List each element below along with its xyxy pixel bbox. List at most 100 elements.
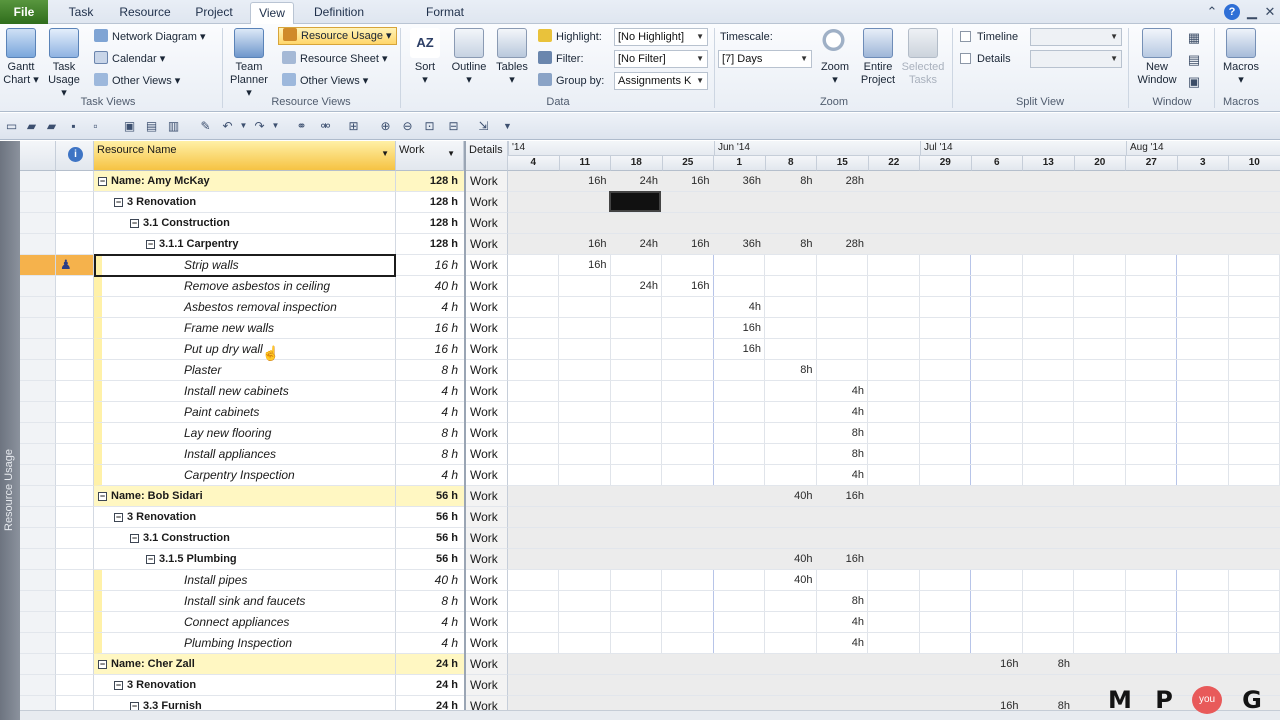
indicator-cell[interactable] [56, 444, 94, 465]
indicator-cell[interactable] [56, 402, 94, 423]
zoom-out-icon[interactable]: ⊖ [400, 119, 415, 133]
work-cell[interactable]: 4 h [396, 465, 464, 486]
work-cell[interactable]: 8 h [396, 360, 464, 381]
details-cell[interactable]: Work [466, 213, 508, 234]
timephased-value[interactable]: 8h [1023, 654, 1074, 675]
work-cell[interactable]: 56 h [396, 549, 464, 570]
row-header[interactable] [20, 654, 56, 675]
timephased-value[interactable]: 16h [663, 276, 714, 297]
summary-row[interactable]: −3.1 Construction 56 h [20, 528, 464, 549]
assignment-row[interactable]: ♟ Strip walls 16 h [20, 255, 464, 276]
name-cell[interactable]: −3.1 Construction [94, 213, 396, 234]
tab-task[interactable]: Task [62, 2, 100, 24]
details-cell[interactable]: Work [466, 675, 508, 696]
macros-button[interactable]: Macros ▾ [1218, 28, 1264, 90]
row-header[interactable] [20, 318, 56, 339]
scroll-to-task-icon[interactable]: ⊡ [422, 119, 437, 133]
row-header[interactable] [20, 255, 56, 276]
row-header[interactable] [20, 507, 56, 528]
undo-icon[interactable]: ↶ [220, 119, 235, 133]
details-cell[interactable]: Work [466, 507, 508, 528]
details-cell[interactable]: Work [466, 381, 508, 402]
details-cell[interactable]: Work [466, 612, 508, 633]
new-file-icon[interactable]: ▭ [4, 119, 19, 133]
work-cell[interactable]: 56 h [396, 528, 464, 549]
name-cell[interactable]: Install new cabinets [94, 381, 396, 402]
timephased-value[interactable]: 4h [817, 381, 868, 402]
chevron-down-icon[interactable]: ▼ [268, 119, 283, 133]
details-cell[interactable]: Work [466, 633, 508, 654]
work-cell[interactable]: 40 h [396, 276, 464, 297]
hide-window-icon[interactable]: ▤ [1186, 52, 1202, 68]
timephased-value[interactable]: 24h [611, 171, 662, 192]
indicator-cell[interactable] [56, 318, 94, 339]
highlight-combo[interactable]: [No Highlight] ▼ [614, 28, 708, 46]
work-cell[interactable]: 128 h [396, 234, 464, 255]
timephased-value[interactable]: 16h [817, 549, 868, 570]
timephased-value[interactable]: 16h [714, 318, 765, 339]
tab-project[interactable]: Project [188, 2, 240, 24]
row-header[interactable] [20, 402, 56, 423]
collapse-icon[interactable]: − [146, 555, 155, 564]
details-cell[interactable]: Work [466, 528, 508, 549]
indicator-cell[interactable] [56, 234, 94, 255]
work-cell[interactable]: 128 h [396, 192, 464, 213]
work-cell[interactable]: 56 h [396, 507, 464, 528]
timephased-value[interactable]: 16h [663, 171, 714, 192]
name-cell[interactable]: Strip walls [94, 255, 396, 276]
resource-name-column-header[interactable]: Resource Name ▼ [94, 141, 396, 171]
name-cell[interactable]: − Name: Amy McKay [94, 171, 396, 192]
work-cell[interactable]: 8 h [396, 591, 464, 612]
minimize-window-icon[interactable]: ▁ [1244, 4, 1260, 20]
summary-row[interactable]: −3.1 Construction 128 h [20, 213, 464, 234]
timephased-value[interactable]: 16h [663, 234, 714, 255]
row-header[interactable] [20, 591, 56, 612]
sort-button[interactable]: AZ Sort ▾ [406, 28, 444, 90]
timephased-value[interactable]: 4h [714, 297, 765, 318]
summary-row[interactable]: −3.1.1 Carpentry 128 h [20, 234, 464, 255]
collapse-icon[interactable]: − [98, 660, 107, 669]
timephased-value[interactable]: 40h [766, 549, 817, 570]
timephased-value[interactable]: 8h [766, 360, 817, 381]
copy-icon[interactable]: ▤ [144, 119, 159, 133]
cut-icon[interactable]: ▣ [122, 119, 137, 133]
indicator-cell[interactable] [56, 675, 94, 696]
assignment-row[interactable]: Lay new flooring 8 h [20, 423, 464, 444]
details-cell[interactable]: Work [466, 339, 508, 360]
row-header[interactable] [20, 612, 56, 633]
details-cell[interactable]: Work [466, 297, 508, 318]
details-column-header[interactable]: Details [466, 141, 508, 171]
work-cell[interactable]: 40 h [396, 570, 464, 591]
indicator-cell[interactable] [56, 339, 94, 360]
unlink-tasks-icon[interactable]: ⚮ [318, 119, 333, 133]
name-cell[interactable]: Carpentry Inspection [94, 465, 396, 486]
details-cell[interactable]: Work [466, 549, 508, 570]
resource-usage-button[interactable]: Resource Usage ▾ [278, 27, 397, 45]
entire-project-button[interactable]: Entire Project [856, 28, 900, 90]
timephased-value[interactable]: 28h [817, 234, 868, 255]
details-cell[interactable]: Work [466, 255, 508, 276]
row-header[interactable] [20, 360, 56, 381]
assignment-row[interactable]: Paint cabinets 4 h [20, 402, 464, 423]
indicator-cell[interactable] [56, 591, 94, 612]
indicator-cell[interactable] [56, 381, 94, 402]
row-header[interactable] [20, 339, 56, 360]
task-usage-button[interactable]: Task Usage ▾ [44, 28, 84, 99]
work-cell[interactable]: 4 h [396, 402, 464, 423]
name-cell[interactable]: − Name: Bob Sidari [94, 486, 396, 507]
work-cell[interactable]: 128 h [396, 171, 464, 192]
timephased-value[interactable]: 8h [766, 234, 817, 255]
work-cell[interactable]: 4 h [396, 612, 464, 633]
assignment-row[interactable]: Carpentry Inspection 4 h [20, 465, 464, 486]
details-cell[interactable]: Work [466, 570, 508, 591]
indicator-cell[interactable] [56, 612, 94, 633]
details-checkbox[interactable]: Details [960, 50, 1011, 68]
resource-sheet-button[interactable]: Resource Sheet ▾ [282, 50, 387, 68]
details-cell[interactable]: Work [466, 486, 508, 507]
name-cell[interactable]: Install pipes [94, 570, 396, 591]
timeline-view-combo[interactable]: ▼ [1030, 28, 1122, 46]
name-cell[interactable]: −3.1.1 Carpentry [94, 234, 396, 255]
collapse-icon[interactable]: − [114, 513, 123, 522]
task-other-views-button[interactable]: Other Views ▾ [94, 72, 180, 90]
assignment-row[interactable]: Install new cabinets 4 h [20, 381, 464, 402]
